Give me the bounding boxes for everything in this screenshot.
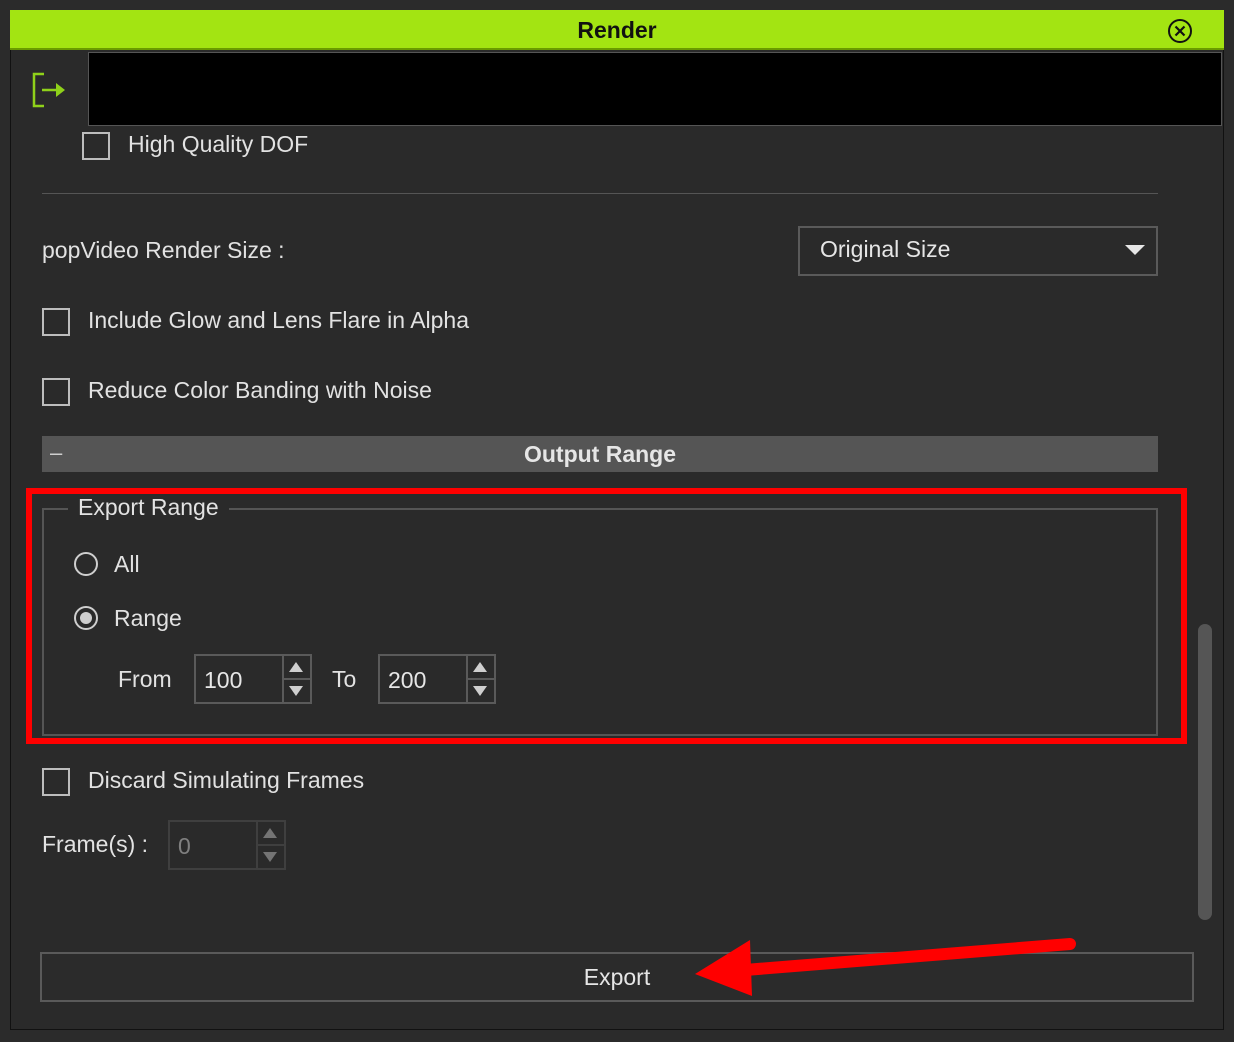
close-icon[interactable] — [1167, 18, 1193, 44]
render-size-label: popVideo Render Size : — [42, 237, 285, 263]
high-quality-dof-label: High Quality DOF — [128, 131, 309, 157]
discard-frames-label: Discard Simulating Frames — [88, 767, 365, 793]
include-glow-label: Include Glow and Lens Flare in Alpha — [88, 307, 470, 333]
highlight-box — [26, 488, 1187, 744]
discard-frames-checkbox[interactable] — [42, 768, 70, 796]
dialog-title: Render — [577, 17, 657, 43]
frames-label: Frame(s) : — [42, 831, 149, 857]
include-glow-checkbox[interactable] — [42, 308, 70, 336]
stepper-divider — [258, 844, 284, 846]
high-quality-dof-checkbox[interactable] — [82, 132, 110, 160]
reduce-banding-label: Reduce Color Banding with Noise — [88, 377, 432, 403]
chevron-down-icon — [1125, 245, 1145, 255]
arrow-down-icon[interactable] — [263, 852, 277, 862]
frames-stepper[interactable] — [256, 822, 284, 868]
output-range-title: Output Range — [523, 441, 677, 467]
annotation-arrow-icon — [695, 938, 1076, 996]
exit-door-icon[interactable] — [30, 70, 70, 110]
render-preview — [88, 52, 1222, 126]
render-size-value: Original Size — [820, 236, 951, 262]
scrollbar[interactable] — [1198, 624, 1212, 920]
frames-spinbox[interactable]: 0 — [168, 820, 286, 870]
reduce-banding-checkbox[interactable] — [42, 378, 70, 406]
divider — [42, 193, 1158, 194]
frames-value: 0 — [178, 833, 191, 859]
arrow-up-icon[interactable] — [263, 828, 277, 838]
